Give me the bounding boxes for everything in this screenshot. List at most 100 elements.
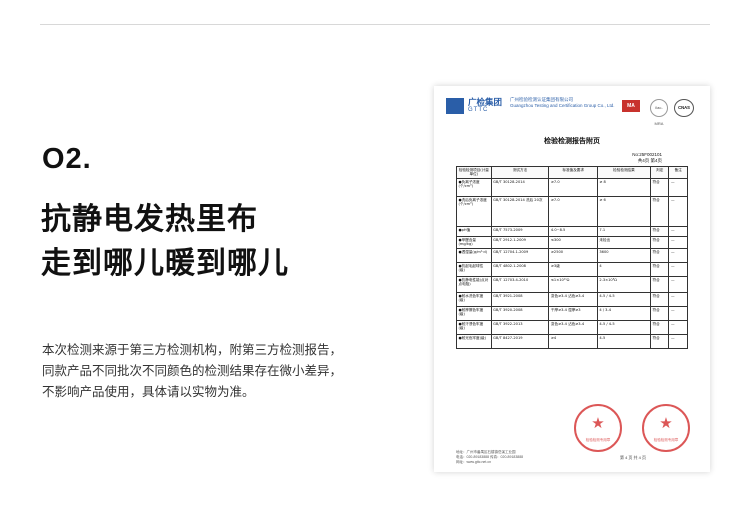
table-row: ●洗后负离子浓度(个/cm³) GB/T 30128-2014 洗后 20次 ≥7.… [456, 195, 688, 227]
table-cell: ●耐水洗色牢度(级) [456, 291, 492, 307]
headline-line-2: 走到哪儿暖到哪儿 [41, 247, 289, 280]
table-cell: 变色≥3-4 沾色≥3-4 [548, 291, 598, 307]
table-cell: GB/T 30128-2014 洗后 20次 [490, 195, 550, 227]
institute-name: 广州检验检测认证集团有限公司 Guangzhou Testing and Cer… [510, 97, 615, 108]
table-cell: GB/T 4802.1-2008 [490, 261, 550, 277]
table-cell: ≥3级 [548, 261, 598, 277]
col-header: 备注 [668, 166, 688, 179]
table-cell: — [668, 261, 688, 277]
table-cell: GB/T 7573-2009 [490, 225, 550, 237]
table-row: ●抗静电性能(点对点电阻) GB/T 12703.4-2010 ≤1×10¹¹Ω 2.… [456, 275, 688, 293]
table-cell: 干摩≥3-4 湿摩≥3 [548, 305, 598, 321]
table-cell: — [668, 305, 688, 321]
table-cell: — [668, 291, 688, 307]
table-row: ●耐水洗色牢度(级) GB/T 3921-2008 变色≥3-4 沾色≥3-4 4-5… [456, 291, 688, 307]
table-row: ●甲醛含量(mg/kg) GB/T 2912.1-2009 ≤300 未检出 符合 — [456, 235, 688, 249]
cnas-mark-icon: CNAS [674, 99, 694, 117]
table-cell: — [668, 195, 688, 227]
cma-mark-icon: MA [622, 100, 640, 112]
col-header: 标准值及要求 [548, 166, 598, 179]
description-line: 不影响产品使用，具体请以实物为准。 [42, 385, 255, 399]
top-divider [40, 24, 710, 25]
col-header: 检验检测结果 [596, 166, 652, 179]
table-cell: 2.3×10⁸Ω [596, 275, 652, 293]
table-cell: GB/T 2912.1-2009 [490, 235, 550, 249]
table-cell: ●pH值 [456, 225, 492, 237]
table-cell: GB/T 30128-2014 [490, 177, 550, 197]
table-cell: ≥ 6 [596, 195, 652, 227]
table-cell: — [668, 275, 688, 293]
report-header: 广检集团 GTTC 广州检验检测认证集团有限公司 Guangzhou Testi… [446, 96, 698, 126]
description-line: 本次检测来源于第三方检测机构，附第三方检测报告， [42, 343, 343, 357]
ilac-mark-icon: ilac-MRA [650, 99, 668, 126]
table-cell: ●耐汗渍色牢度(级) [456, 319, 492, 335]
org-abbr: GTTC [468, 107, 489, 113]
description: 本次检测来源于第三方检测机构，附第三方检测报告， 同款产品不同批次不同颜色的检测… [42, 340, 382, 403]
gttc-logo-icon [446, 98, 464, 114]
table-cell: 符合 [650, 275, 670, 293]
table-cell: ≤300 [548, 235, 598, 249]
report-table: 检验检测项目(计量单位) 测试方法 标准值及要求 检验检测结果 判定 备注 ●负… [456, 166, 688, 349]
table-cell: GB/T 12703.4-2010 [490, 275, 550, 293]
table-cell: 符合 [650, 247, 670, 263]
table-header-row: 检验检测项目(计量单位) 测试方法 标准值及要求 检验检测结果 判定 备注 [456, 166, 688, 179]
table-row: ●抗起毛起球性(级) GB/T 4802.1-2008 ≥3级 4 符合 — [456, 261, 688, 277]
table-cell: ●抗起毛起球性(级) [456, 261, 492, 277]
table-row: ●负离子浓度(个/cm³) GB/T 30128-2014 ≥7.0 ≥ 8 符合 — [456, 177, 688, 197]
table-cell: ≥ 8 [596, 177, 652, 197]
seal-stamp-icon: ★ 检验检测专用章 [574, 404, 622, 452]
table-cell: ≥7.0 [548, 195, 598, 227]
table-cell: ●透湿量(g/m²·d) [456, 247, 492, 263]
table-cell: ●洗后负离子浓度(个/cm³) [456, 195, 492, 227]
table-cell: 符合 [650, 291, 670, 307]
table-cell: 未检出 [596, 235, 652, 249]
table-cell: GB/T 12704.1-2009 [490, 247, 550, 263]
report-title: 检验检测报告附页 [544, 136, 600, 145]
test-report-image: 广检集团 GTTC 广州检验检测认证集团有限公司 Guangzhou Testi… [434, 86, 710, 472]
table-cell: — [668, 225, 688, 237]
report-number: No:25F002101 共4页 第4页 [632, 152, 662, 163]
table-cell: ≥4 [548, 333, 598, 349]
table-cell: 符合 [650, 195, 670, 227]
table-cell: — [668, 235, 688, 249]
table-cell: 4-5 [596, 333, 652, 349]
table-row: ●pH值 GB/T 7573-2009 4.0~8.5 7.1 符合 — [456, 225, 688, 237]
headline-line-1: 抗静电发热里布 [41, 203, 258, 236]
table-cell: 符合 [650, 305, 670, 321]
table-cell: 符合 [650, 333, 670, 349]
table-cell: 符合 [650, 261, 670, 277]
table-cell: ●甲醛含量(mg/kg) [456, 235, 492, 249]
description-line: 同款产品不同批次不同颜色的检测结果存在微小差异， [42, 364, 343, 378]
table-cell: GB/T 8427-2019 [490, 333, 550, 349]
col-header: 判定 [650, 166, 670, 179]
table-cell: — [668, 333, 688, 349]
table-cell: ●抗静电性能(点对点电阻) [456, 275, 492, 293]
table-cell: 4-5 / 4-5 [596, 291, 652, 307]
table-cell: ≥2500 [548, 247, 598, 263]
report-footer: 地址：广州市番禺区石楼镇岳溪工业园 电话：020-89183888 传真：020… [456, 450, 524, 464]
table-cell: ●耐摩擦色牢度(级) [456, 305, 492, 321]
table-cell: 符合 [650, 225, 670, 237]
col-header: 检验检测项目(计量单位) [456, 166, 492, 179]
section-number: O2. [42, 143, 92, 175]
table-cell: — [668, 177, 688, 197]
table-row: ●透湿量(g/m²·d) GB/T 12704.1-2009 ≥2500 3600 符合… [456, 247, 688, 263]
table-cell: 符合 [650, 319, 670, 335]
table-cell: 符合 [650, 235, 670, 249]
col-header: 测试方法 [490, 166, 550, 179]
page-footer: 第 4 页 共 4 页 [619, 455, 646, 460]
table-body: ●负离子浓度(个/cm³) GB/T 30128-2014 ≥7.0 ≥ 8 符合 — ●洗… [456, 177, 688, 349]
table-cell: 4 [596, 261, 652, 277]
table-cell: 4 / 3-4 [596, 305, 652, 321]
table-cell: 变色≥3-4 沾色≥3-4 [548, 319, 598, 335]
table-cell: GB/T 3921-2008 [490, 291, 550, 307]
table-cell: 4-5 / 4-5 [596, 319, 652, 335]
table-cell: 符合 [650, 177, 670, 197]
table-row: ●耐光色牢度(级) GB/T 8427-2019 ≥4 4-5 符合 — [456, 333, 688, 349]
table-cell: ≤1×10¹¹Ω [548, 275, 598, 293]
table-cell: 4.0~8.5 [548, 225, 598, 237]
table-cell: ●负离子浓度(个/cm³) [456, 177, 492, 197]
table-row: ●耐摩擦色牢度(级) GB/T 3920-2008 干摩≥3-4 湿摩≥3 4 / 3… [456, 305, 688, 321]
table-cell: 7.1 [596, 225, 652, 237]
table-cell: — [668, 247, 688, 263]
